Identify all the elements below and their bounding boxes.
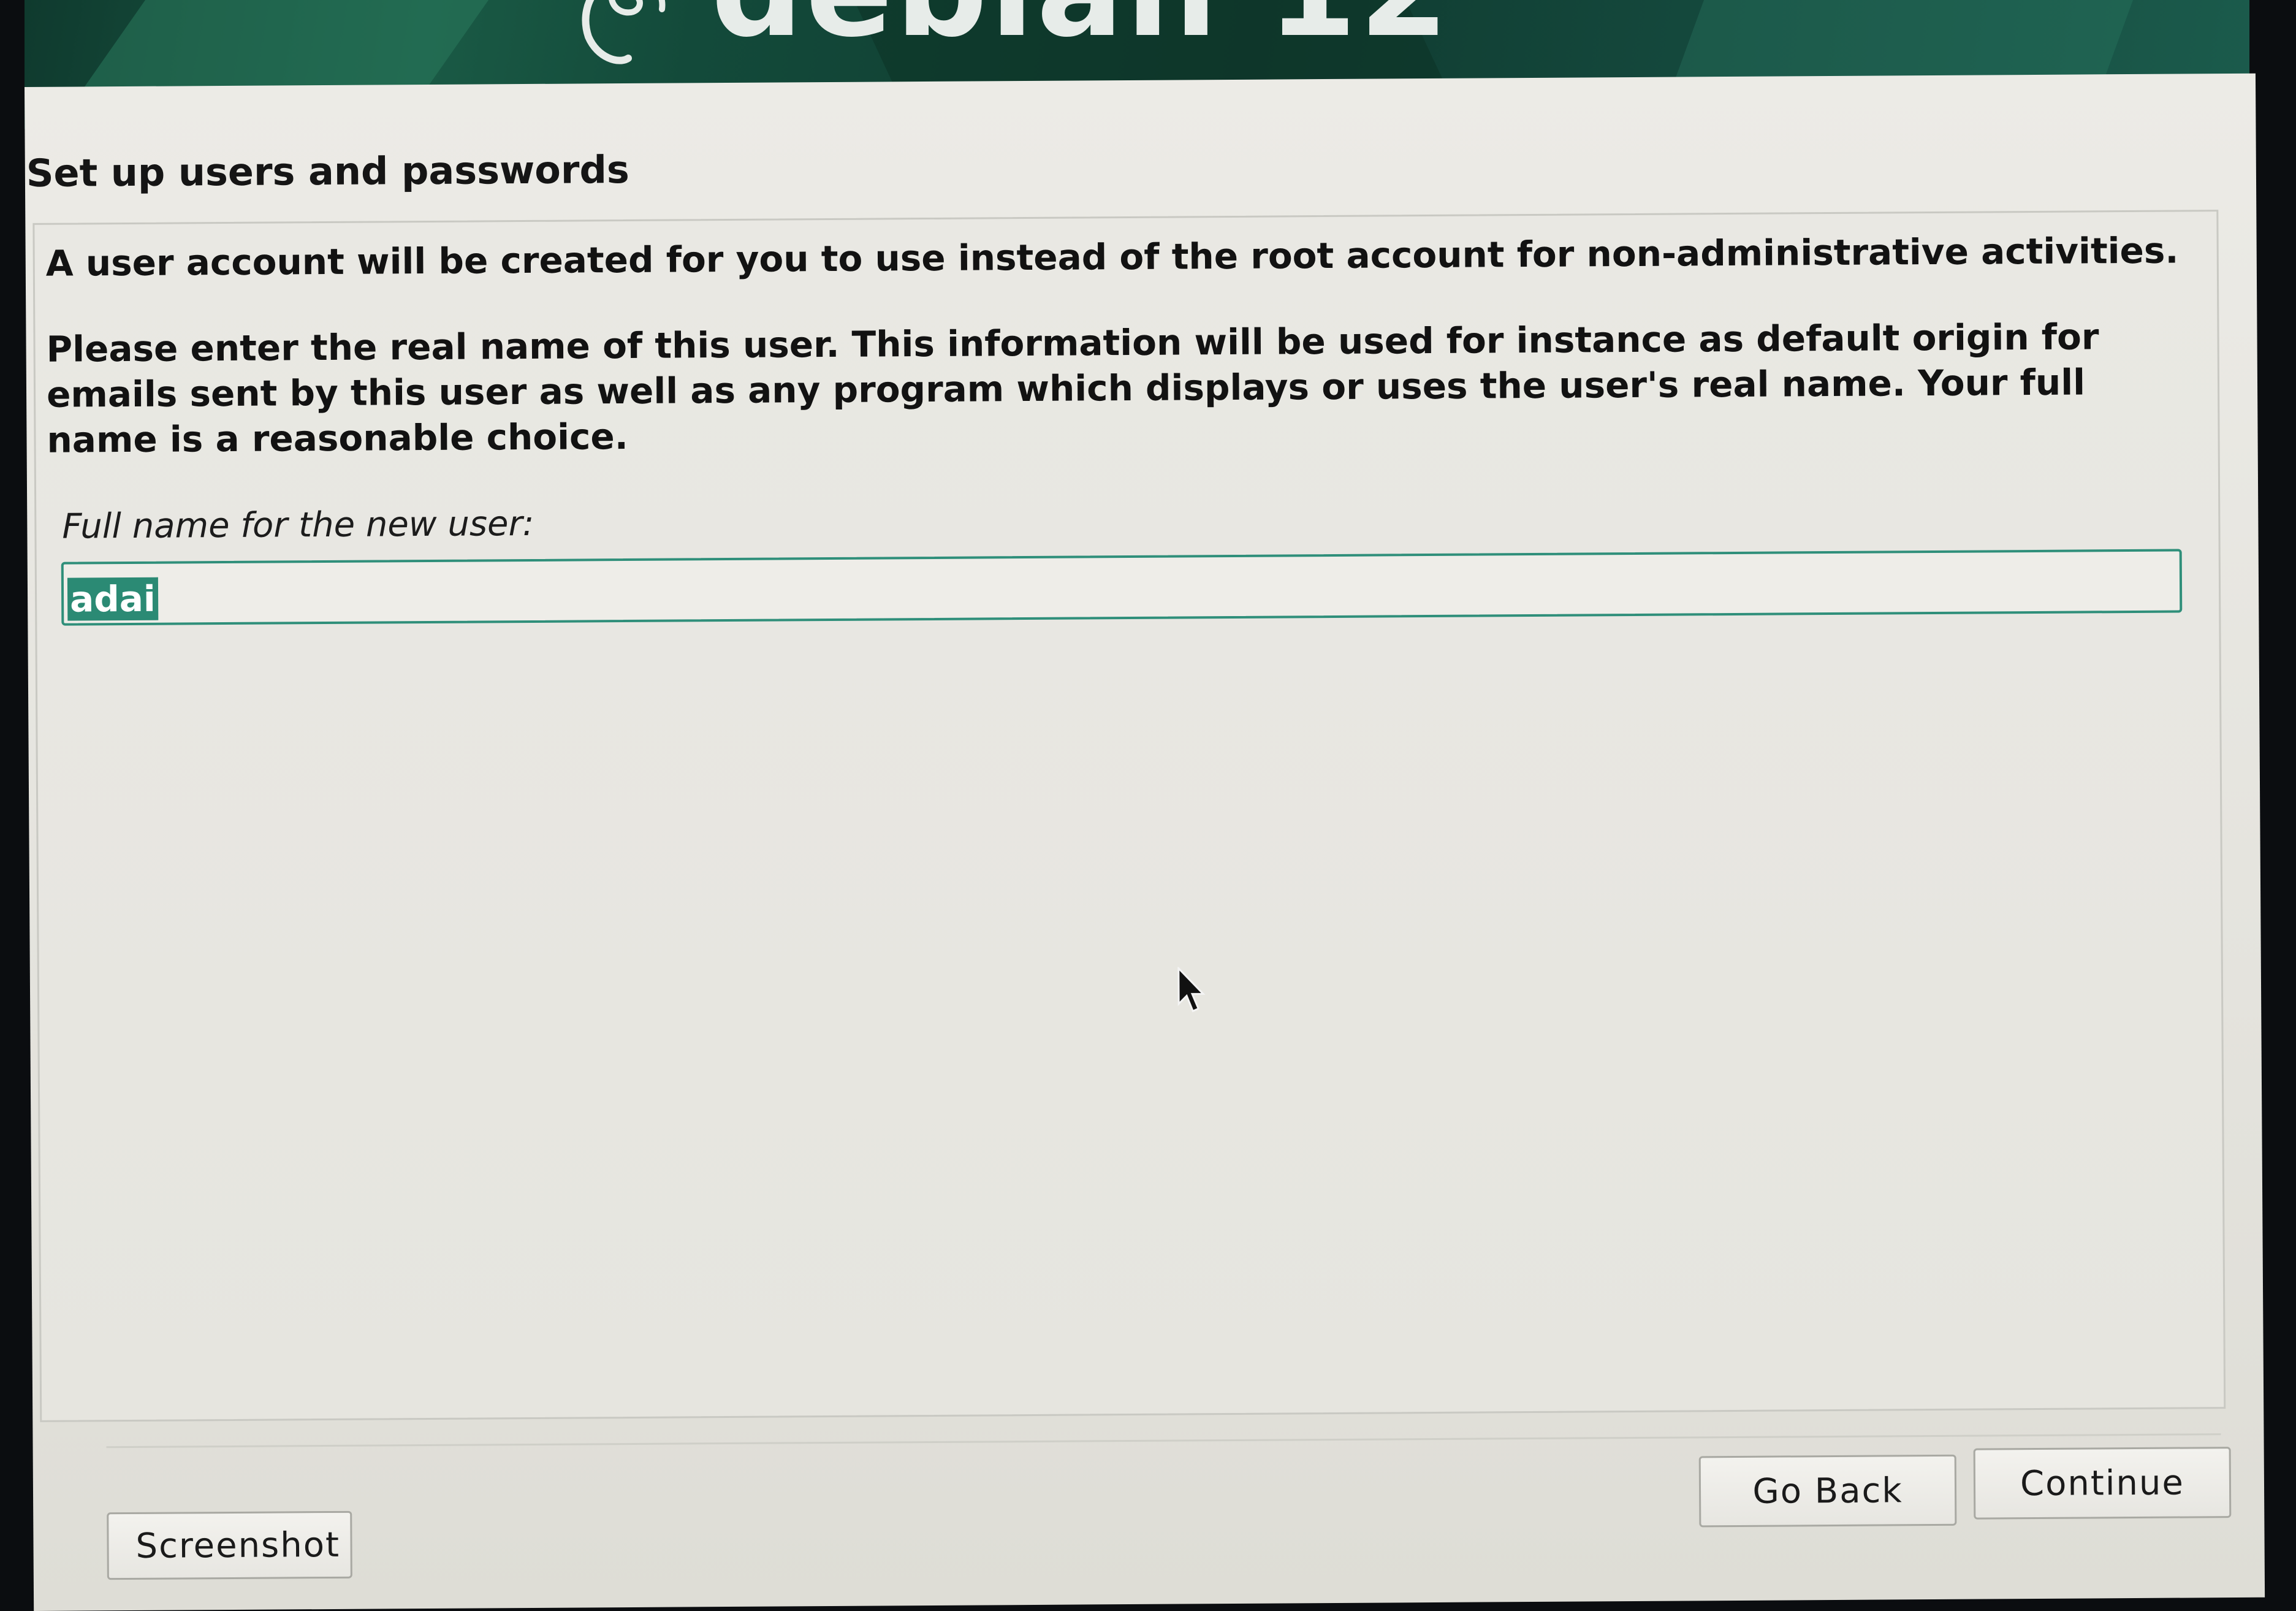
dialog-content: A user account will be created for you t… bbox=[32, 210, 2226, 1422]
screenshot-button[interactable]: Screenshot bbox=[107, 1510, 352, 1580]
description-paragraph: A user account will be created for you t… bbox=[45, 229, 2179, 284]
full-name-input[interactable]: adai bbox=[61, 549, 2183, 626]
page-title: Set up users and passwords bbox=[26, 147, 629, 196]
full-name-label: Full name for the new user: bbox=[62, 503, 534, 547]
go-back-button[interactable]: Go Back bbox=[1698, 1454, 1957, 1528]
installer-panel: Set up users and passwords A user accoun… bbox=[25, 73, 2265, 1611]
debian-wordmark: debian 12 bbox=[711, 0, 1451, 55]
full-name-value: adai bbox=[67, 577, 159, 621]
continue-button[interactable]: Continue bbox=[1973, 1447, 2232, 1520]
instruction-paragraph: Please enter the real name of this user.… bbox=[46, 316, 2099, 461]
debian-swirl-icon bbox=[582, 0, 666, 64]
button-bar-divider bbox=[106, 1433, 2221, 1449]
screen: debian 12 Set up users and passwords A u… bbox=[0, 0, 2296, 1611]
mouse-pointer-icon bbox=[1177, 967, 1206, 1013]
